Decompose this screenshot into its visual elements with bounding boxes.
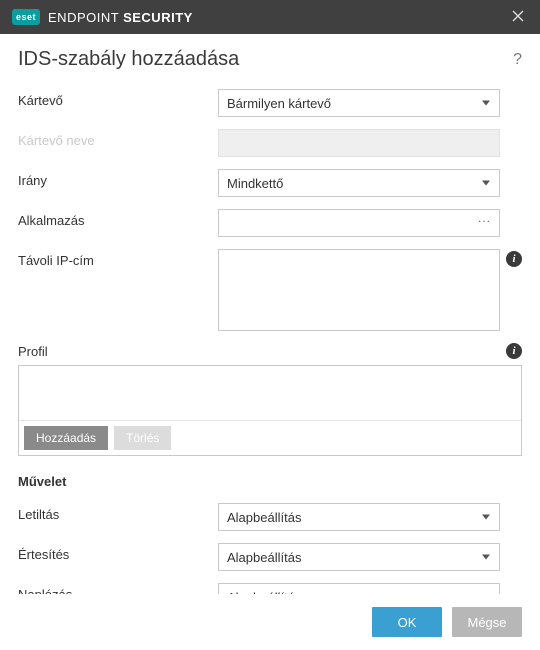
- threat-select-value: Bármilyen kártevő: [227, 96, 331, 111]
- direction-label: Irány: [18, 169, 218, 188]
- page-title: IDS-szabály hozzáadása: [18, 48, 239, 71]
- ok-button[interactable]: OK: [372, 607, 442, 637]
- action-section-title: Művelet: [18, 474, 522, 489]
- brand-badge: eset: [12, 9, 40, 25]
- dialog-footer: OK Mégse: [0, 594, 540, 650]
- remote-ip-label: Távoli IP-cím: [18, 249, 218, 268]
- application-label: Alkalmazás: [18, 209, 218, 228]
- profile-list[interactable]: [19, 366, 521, 420]
- profile-label: Profil: [18, 344, 48, 359]
- notify-select-value: Alapbeállítás: [227, 550, 301, 565]
- application-input[interactable]: [218, 209, 500, 237]
- close-button[interactable]: [508, 10, 528, 25]
- profile-delete-button: Törlés: [114, 426, 171, 450]
- app-brand: eset ENDPOINT SECURITY: [12, 9, 193, 25]
- notify-label: Értesítés: [18, 543, 218, 562]
- info-icon[interactable]: i: [506, 251, 522, 267]
- block-select[interactable]: Alapbeállítás: [218, 503, 500, 531]
- notify-select[interactable]: Alapbeállítás: [218, 543, 500, 571]
- info-icon[interactable]: i: [506, 343, 522, 359]
- block-label: Letiltás: [18, 503, 218, 522]
- brand-text-light: ENDPOINT: [48, 10, 123, 25]
- cancel-button[interactable]: Mégse: [452, 607, 522, 637]
- brand-text-bold: SECURITY: [123, 10, 193, 25]
- brand-name: ENDPOINT SECURITY: [48, 10, 193, 25]
- direction-select[interactable]: Mindkettő: [218, 169, 500, 197]
- block-select-value: Alapbeállítás: [227, 510, 301, 525]
- help-icon[interactable]: ?: [513, 51, 522, 69]
- direction-select-value: Mindkettő: [227, 176, 283, 191]
- application-browse-icon[interactable]: ...: [478, 211, 491, 225]
- profile-box: Hozzáadás Törlés: [18, 365, 522, 456]
- threat-select[interactable]: Bármilyen kártevő: [218, 89, 500, 117]
- titlebar: eset ENDPOINT SECURITY: [0, 0, 540, 34]
- profile-add-button[interactable]: Hozzáadás: [24, 426, 108, 450]
- remote-ip-textarea[interactable]: [218, 249, 500, 331]
- threat-label: Kártevő: [18, 89, 218, 108]
- threat-name-label: Kártevő neve: [18, 129, 218, 148]
- threat-name-input: [218, 129, 500, 157]
